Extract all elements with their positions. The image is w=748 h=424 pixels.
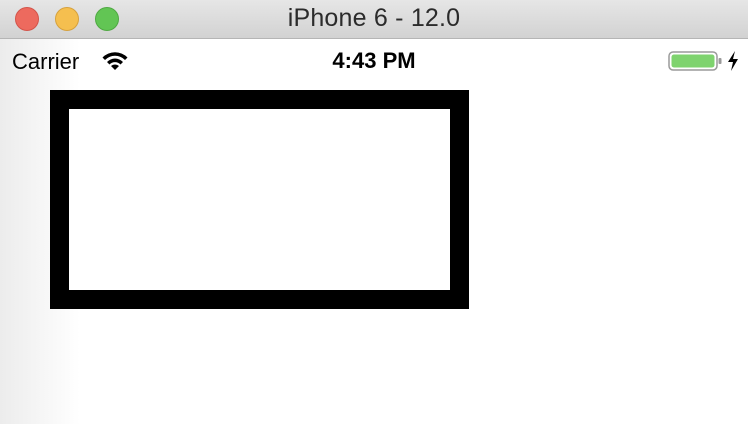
battery-icon	[668, 51, 722, 71]
device-screen: Carrier 4:43 PM	[0, 39, 748, 424]
simulator-window: iPhone 6 - 12.0 Carrier 4:43 PM	[0, 0, 748, 424]
window-title: iPhone 6 - 12.0	[287, 4, 461, 32]
bordered-view	[50, 90, 469, 309]
title-bar[interactable]: iPhone 6 - 12.0	[0, 0, 748, 39]
charging-bolt-icon	[728, 51, 738, 71]
status-time: 4:43 PM	[332, 48, 416, 73]
status-bar: Carrier 4:43 PM	[0, 39, 748, 83]
